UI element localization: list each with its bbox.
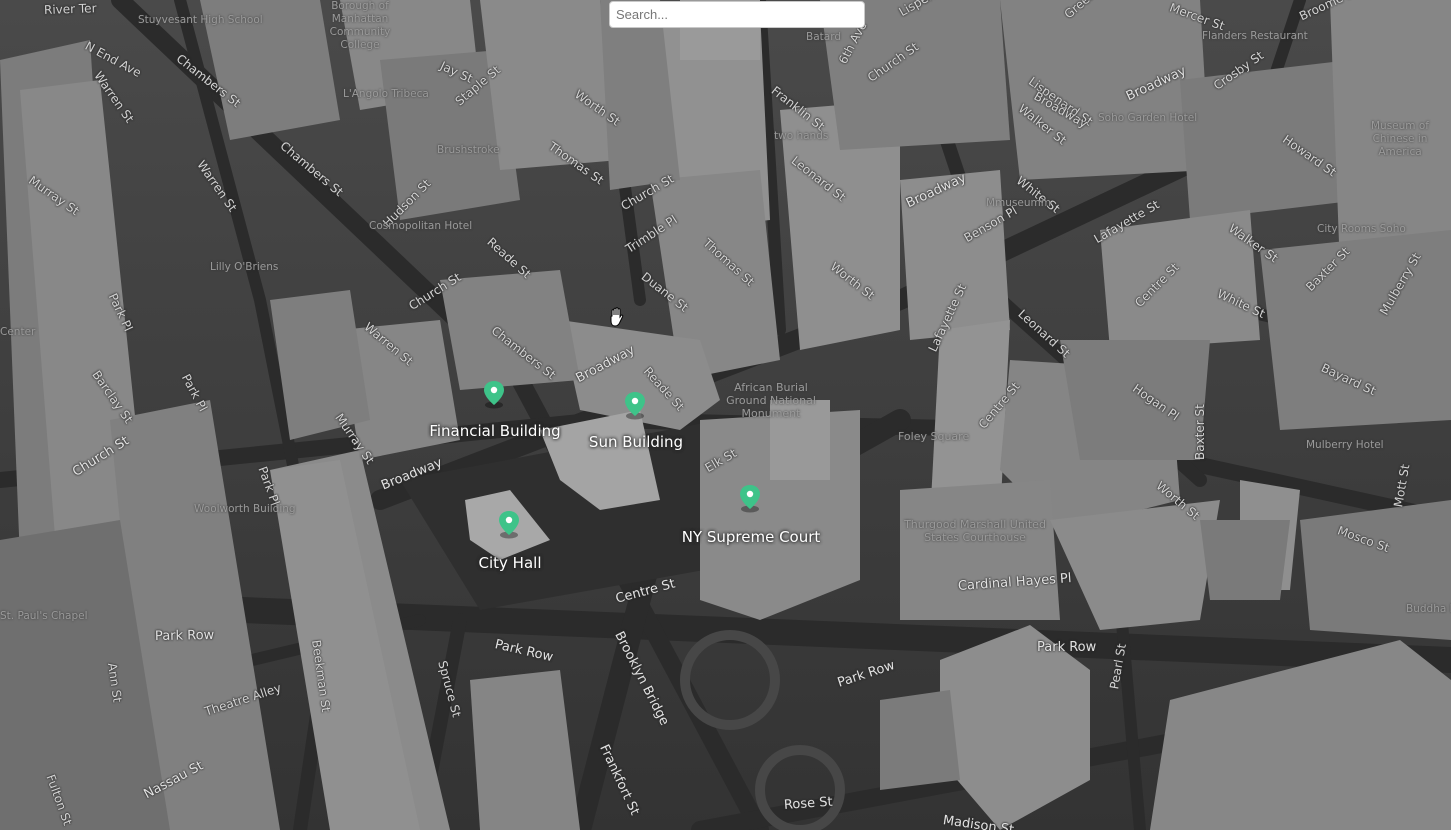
poi-label: Flanders Restaurant	[1202, 30, 1308, 42]
poi-label: Stuyvesant High School	[138, 14, 263, 26]
poi-label: St. Paul's Chapel	[0, 610, 88, 622]
poi-label: Mmuseumm	[986, 197, 1051, 209]
poi-label: Buddha Bodhi	[1406, 603, 1451, 615]
poi-label: Soho Garden Hotel	[1098, 112, 1198, 124]
poi-label: Cosmopolitan Hotel	[369, 220, 473, 232]
poi-label: Foley Square	[898, 430, 970, 443]
map-marker-pin-icon[interactable]	[720, 481, 780, 523]
map-marker-pin-icon[interactable]	[479, 507, 539, 549]
map-marker-pin-icon[interactable]	[464, 377, 524, 419]
poi-label: Mulberry Hotel	[1306, 439, 1384, 451]
map-canvas[interactable]: River Ter N End Ave Warren St Chambers S…	[0, 0, 1451, 830]
street-label: Park Row	[1037, 640, 1097, 655]
street-label: Park Row	[154, 627, 215, 644]
poi-label: City Rooms Soho	[1317, 223, 1406, 235]
street-label: River Ter	[43, 1, 97, 17]
poi-label: African Burial Ground National Monument	[726, 381, 816, 420]
poi-label: two hands	[774, 130, 829, 142]
poi-label: L'Angolo Tribeca	[343, 88, 429, 100]
street-label: Baxter St	[1193, 404, 1207, 460]
marker-label-financial-building[interactable]: Financial Building	[429, 422, 560, 440]
poi-label: Lilly O'Briens	[210, 261, 279, 273]
poi-label: Brushstroke	[437, 144, 500, 156]
search-input[interactable]	[609, 1, 865, 28]
grab-cursor-icon	[610, 307, 624, 327]
poi-label: Center	[0, 326, 36, 338]
poi-label: Batard	[806, 31, 841, 43]
marker-label-city-hall[interactable]: City Hall	[479, 554, 542, 572]
poi-label: Borough of Manhattan Community College	[329, 0, 391, 51]
marker-label-ny-supreme-court[interactable]: NY Supreme Court	[682, 528, 821, 546]
marker-label-sun-building[interactable]: Sun Building	[589, 433, 683, 451]
poi-label: Thurgood Marshall United States Courthou…	[904, 518, 1046, 544]
map-marker-pin-icon[interactable]	[605, 388, 665, 430]
poi-label: Woolworth Building	[194, 503, 296, 515]
poi-label: Museum of Chinese in America	[1371, 120, 1429, 158]
